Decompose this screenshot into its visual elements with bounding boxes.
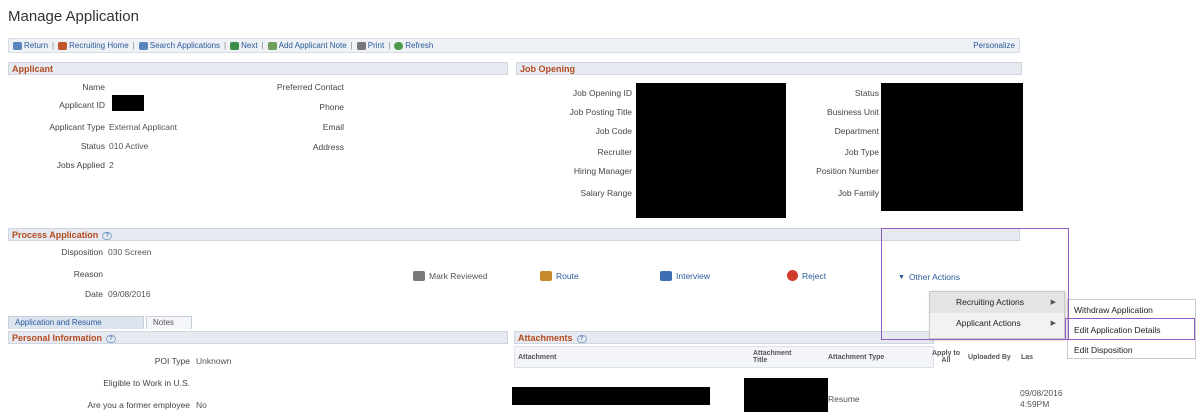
eligible-to-work-label: Eligible to Work in U.S. [103, 378, 190, 388]
print-link[interactable]: Print [356, 41, 384, 50]
submenu-item-withdraw-application[interactable]: Withdraw Application [1068, 300, 1195, 320]
route-button[interactable]: Route [540, 271, 579, 281]
recruiting-home-link[interactable]: Recruiting Home [58, 41, 129, 50]
column-header: Attachment Type [828, 354, 885, 361]
mark-reviewed-button[interactable]: Mark Reviewed [413, 271, 488, 281]
mark-reviewed-icon [413, 271, 425, 281]
applicant-type-value: External Applicant [109, 122, 178, 132]
process-application-header: Process Application? [8, 228, 1020, 241]
home-icon [58, 41, 68, 50]
jobs-applied-value: 2 [109, 160, 114, 170]
personalize-link[interactable]: Personalize [973, 41, 1015, 50]
hiring-manager-label: Hiring Manager [573, 166, 632, 176]
phone-label: Phone [319, 102, 344, 112]
preferred-contact-label: Preferred Contact [276, 82, 344, 92]
attachment-title-redacted [744, 378, 828, 412]
poi-type-label: POI Type [154, 356, 190, 366]
status-value: 010 Active [109, 141, 149, 151]
highlight-box [881, 228, 1069, 340]
tab-notes[interactable]: Notes [146, 316, 192, 329]
column-header: Apply to All [932, 350, 960, 364]
refresh-link[interactable]: Refresh [394, 41, 433, 50]
next-link[interactable]: Next [230, 41, 258, 50]
page-title: Manage Application [8, 8, 139, 25]
tab-application-and-resume[interactable]: Application and Resume [8, 316, 144, 329]
help-icon[interactable]: ? [576, 334, 587, 343]
job-type-label: Job Type [844, 147, 879, 157]
refresh-icon [394, 41, 404, 50]
personal-information-title: Personal Information [12, 333, 103, 343]
next-icon [230, 41, 240, 50]
help-icon[interactable]: ? [102, 231, 113, 240]
highlight-box [1065, 318, 1195, 340]
add-applicant-note-link[interactable]: Add Applicant Note [267, 41, 347, 50]
help-icon[interactable]: ? [106, 334, 117, 343]
return-link[interactable]: Return [13, 41, 48, 50]
applicant-id-redacted [112, 95, 144, 111]
applicant-id-label: Applicant ID [59, 100, 105, 110]
reason-label: Reason [73, 269, 103, 279]
email-label: Email [322, 122, 344, 132]
former-employee-value: No [196, 400, 207, 410]
address-label: Address [312, 142, 344, 152]
column-header: Uploaded By [968, 354, 1011, 361]
disposition-value: 030 Screen [108, 247, 152, 257]
salary-range-label: Salary Range [580, 188, 632, 198]
print-icon [356, 41, 366, 50]
job-opening-id-label: Job Opening ID [572, 88, 632, 98]
column-header: Attachment Title [753, 350, 792, 364]
column-header: Attachment [518, 354, 557, 361]
applicant-section-header: Applicant [8, 62, 508, 75]
interview-icon [660, 271, 672, 281]
process-application-title: Process Application [12, 230, 99, 240]
attachments-header: Attachments? [514, 331, 934, 344]
job-code-label: Job Code [595, 126, 632, 136]
job-status-label: Status [854, 88, 879, 98]
interview-button[interactable]: Interview [660, 271, 710, 281]
business-unit-label: Business Unit [827, 107, 879, 117]
recruiter-label: Recruiter [597, 147, 632, 157]
reject-icon [787, 270, 798, 281]
search-applications-link[interactable]: Search Applications [138, 41, 220, 50]
note-icon [267, 41, 277, 50]
job-posting-title-label: Job Posting Title [569, 107, 632, 117]
position-number-label: Position Number [816, 166, 879, 176]
applicant-type-label: Applicant Type [49, 122, 105, 132]
submenu-item-edit-disposition[interactable]: Edit Disposition [1068, 340, 1195, 360]
job-opening-section-header: Job Opening [516, 62, 1022, 75]
attachment-date-value: 09/08/2016 [1020, 388, 1063, 398]
return-icon [13, 41, 22, 50]
route-icon [540, 271, 552, 281]
attachment-name-redacted [512, 387, 710, 405]
job-family-label: Job Family [837, 188, 879, 198]
date-label: Date [85, 289, 103, 299]
attachments-title: Attachments [518, 333, 573, 343]
job-opening-details-redacted [636, 83, 786, 218]
personal-information-header: Personal Information? [8, 331, 508, 344]
name-label: Name [82, 82, 105, 92]
job-opening-status-redacted [881, 83, 1023, 211]
department-label: Department [834, 126, 879, 136]
action-toolbar: Return | Recruiting Home | Search Applicat… [8, 38, 1020, 53]
search-icon [138, 41, 148, 50]
disposition-label: Disposition [61, 247, 103, 257]
poi-type-value: Unknown [196, 356, 232, 366]
jobs-applied-label: Jobs Applied [56, 160, 105, 170]
status-label: Status [80, 141, 105, 151]
date-value: 09/08/2016 [108, 289, 151, 299]
reject-button[interactable]: Reject [787, 270, 826, 281]
attachment-type-value: Resume [828, 394, 860, 404]
former-employee-label: Are you a former employee [87, 400, 190, 410]
column-header: Las [1021, 354, 1034, 361]
attachment-time-value: 4:59PM [1020, 399, 1050, 409]
